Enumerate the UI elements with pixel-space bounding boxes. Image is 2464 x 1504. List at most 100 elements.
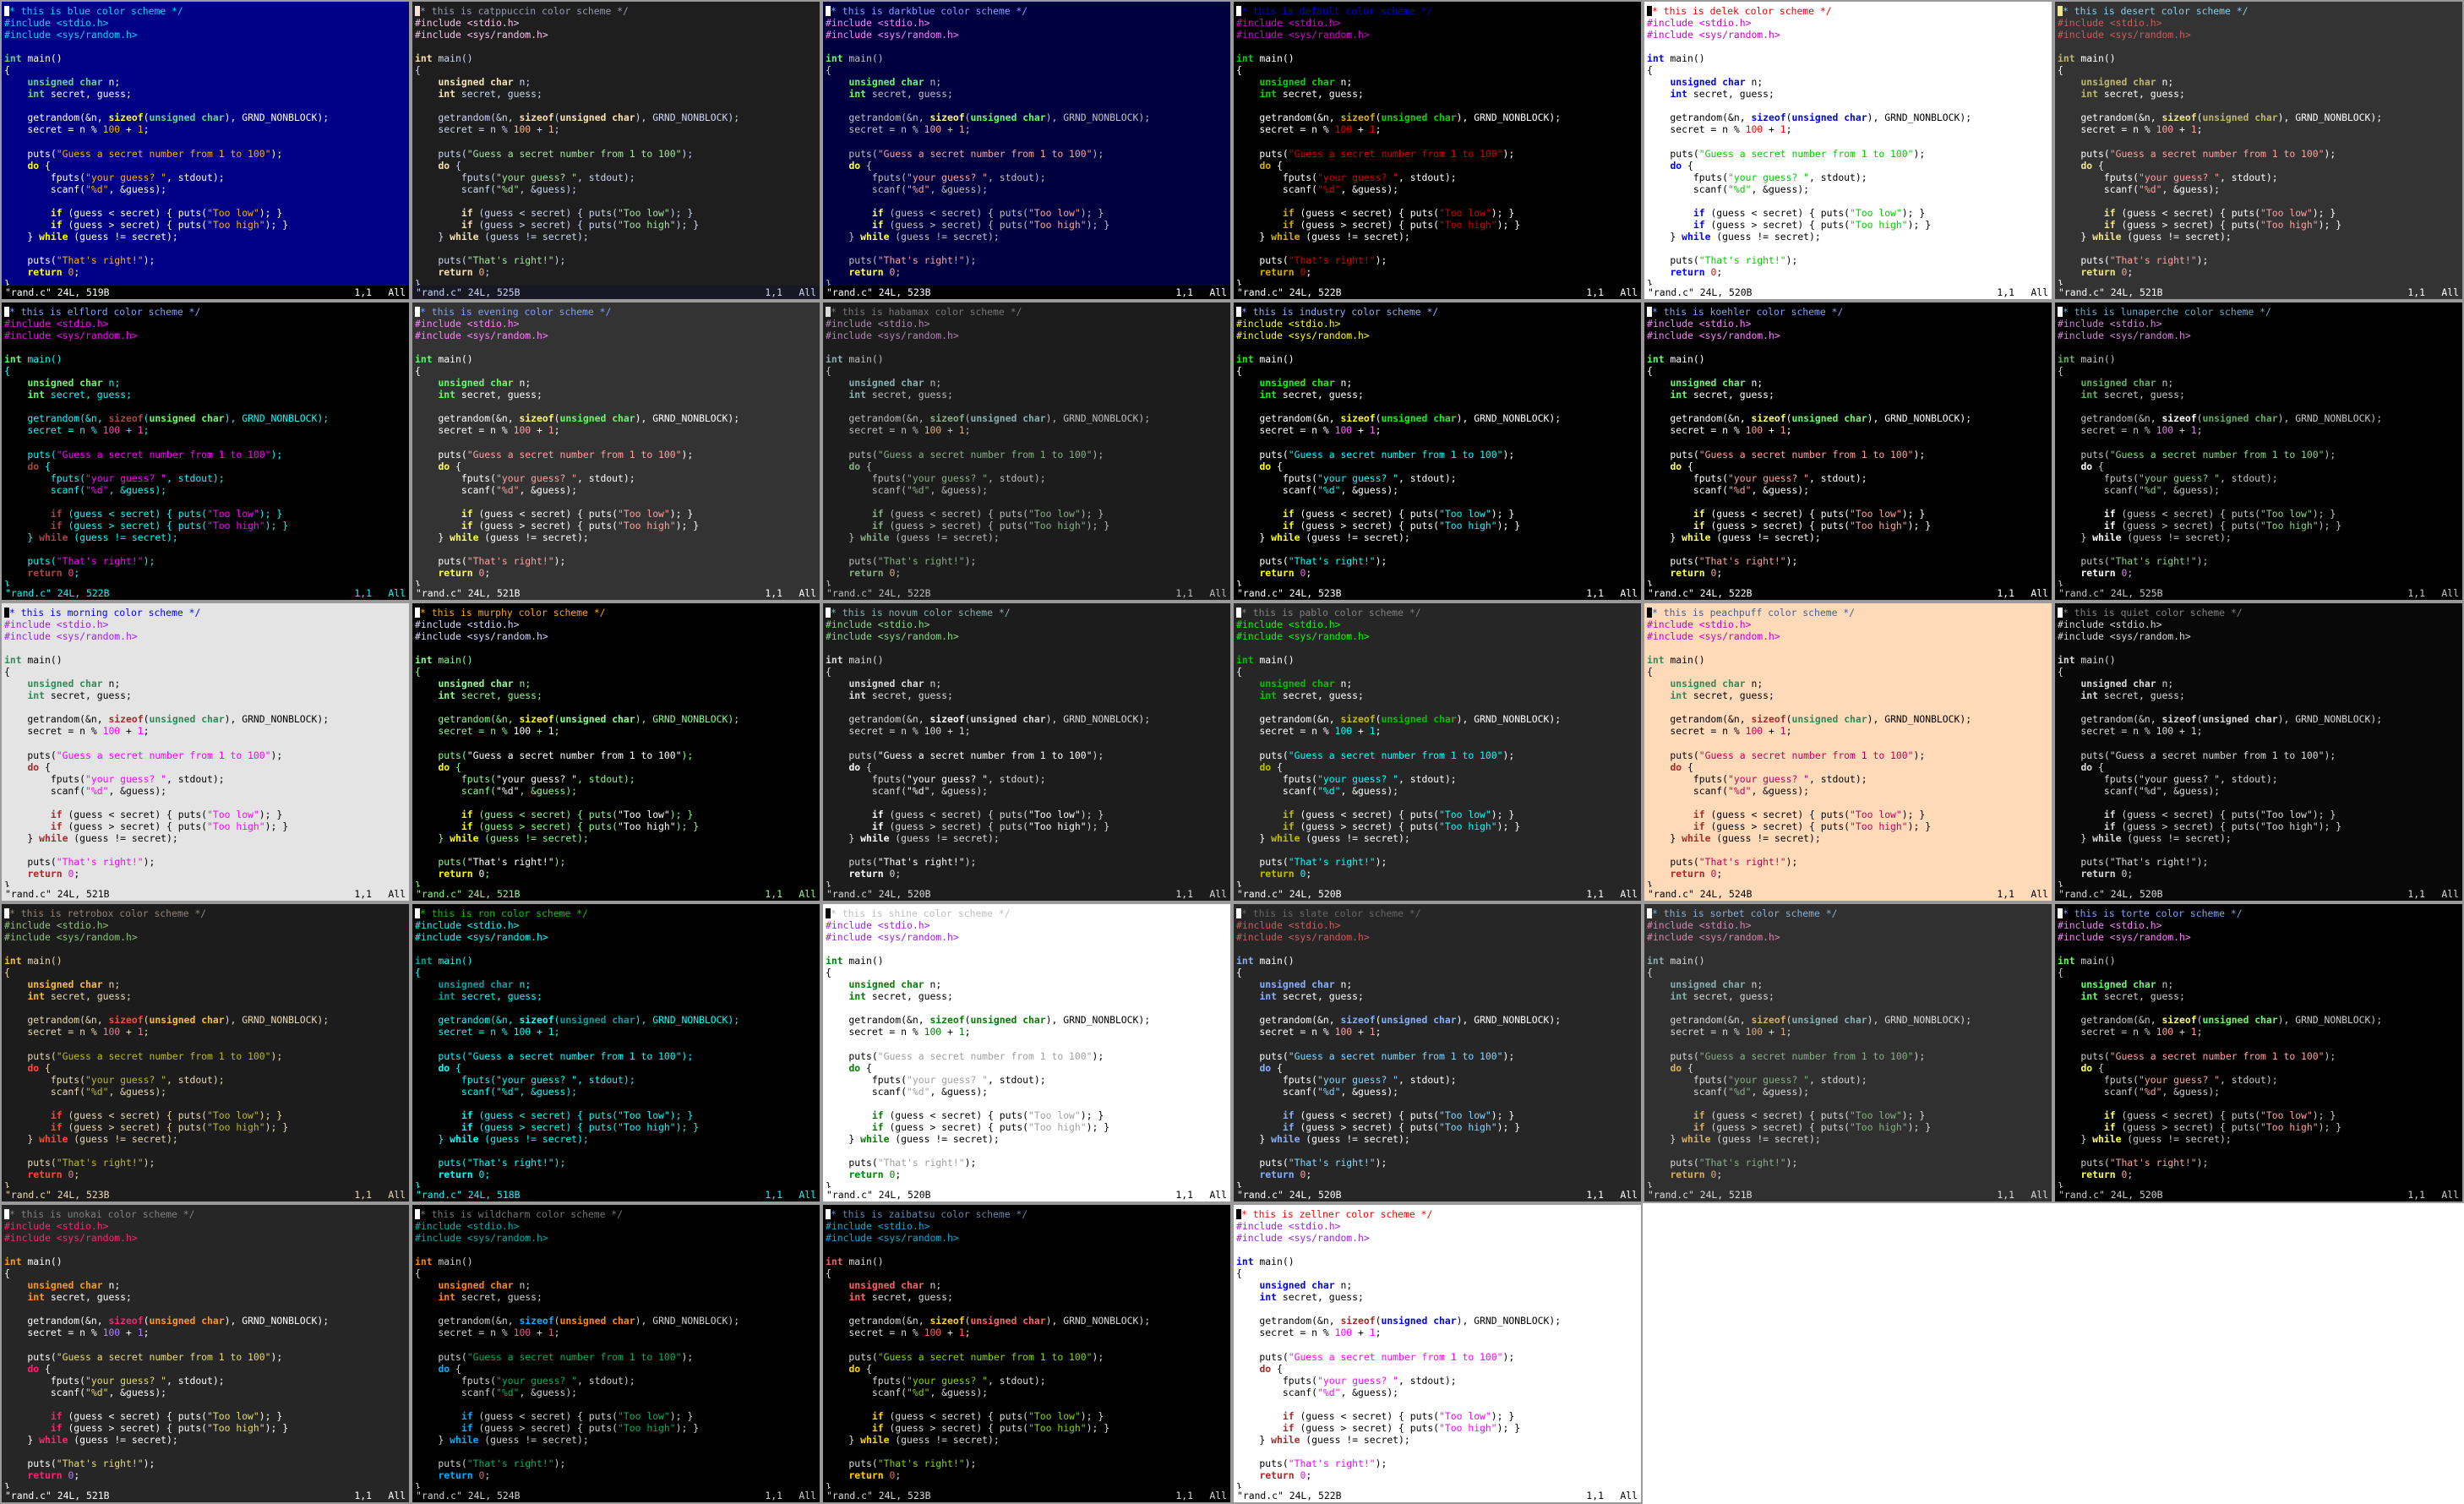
code-buffer[interactable]: * this is sorbet color scheme */#include… bbox=[1647, 907, 2049, 1192]
code-line: #include <sys/random.h> bbox=[2058, 29, 2191, 41]
vim-pane-blue[interactable]: * this is blue color scheme */#include <… bbox=[0, 0, 411, 301]
vim-pane-habamax[interactable]: * this is habamax color scheme */#includ… bbox=[821, 301, 1232, 602]
code-line: #include <sys/random.h> bbox=[1647, 931, 1780, 944]
code-line: scanf("%d", &guess); bbox=[4, 784, 167, 797]
code-buffer[interactable]: * this is zellner color scheme */#includ… bbox=[1236, 1208, 1638, 1493]
vim-pane-industry[interactable]: * this is industry color scheme */#inclu… bbox=[1232, 301, 1643, 602]
vim-pane-koehler[interactable]: * this is koehler color scheme */#includ… bbox=[1643, 301, 2053, 602]
code-buffer[interactable]: * this is peachpuff color scheme */#incl… bbox=[1647, 607, 2049, 891]
vim-pane-peachpuff[interactable]: * this is peachpuff color scheme */#incl… bbox=[1643, 602, 2053, 902]
vim-pane-murphy[interactable]: * this is murphy color scheme */#include… bbox=[411, 602, 821, 902]
vim-pane-lunaperche[interactable]: * this is lunaperche color scheme */#inc… bbox=[2053, 301, 2464, 602]
code-buffer[interactable]: * this is retrobox color scheme */#inclu… bbox=[4, 907, 406, 1192]
code-buffer[interactable]: * this is morning color scheme */#includ… bbox=[4, 607, 406, 891]
code-line: * this is darkblue color scheme */ bbox=[826, 5, 1228, 17]
code-line: puts("Guess a secret number from 1 to 10… bbox=[1236, 1049, 1515, 1062]
code-line: { bbox=[1236, 967, 1242, 979]
code-buffer[interactable]: * this is default color scheme */#includ… bbox=[1236, 5, 1638, 290]
code-line: scanf("%d", &guess); bbox=[1236, 1386, 1399, 1398]
code-buffer[interactable]: * this is lunaperche color scheme */#inc… bbox=[2058, 306, 2460, 591]
code-line: scanf("%d", &guess); bbox=[1236, 483, 1399, 496]
code-line: #include <stdio.h> bbox=[826, 318, 930, 330]
code-buffer[interactable]: * this is desert color scheme */#include… bbox=[2058, 5, 2460, 290]
vim-pane-elflord[interactable]: * this is elflord color scheme */#includ… bbox=[0, 301, 411, 602]
vim-pane-evening[interactable]: * this is evening color scheme */#includ… bbox=[411, 301, 821, 602]
code-buffer[interactable]: * this is catppuccin color scheme */#inc… bbox=[415, 5, 817, 290]
code-buffer[interactable]: * this is darkblue color scheme */#inclu… bbox=[826, 5, 1228, 290]
code-buffer[interactable]: * this is elflord color scheme */#includ… bbox=[4, 306, 406, 591]
code-line: } while (guess != secret); bbox=[826, 831, 1000, 844]
code-buffer[interactable]: * this is murphy color scheme */#include… bbox=[415, 607, 817, 891]
code-buffer[interactable]: * this is novum color scheme */#include … bbox=[826, 607, 1228, 891]
code-buffer[interactable]: * this is blue color scheme */#include <… bbox=[4, 5, 406, 290]
code-line: #include <stdio.h> bbox=[415, 919, 520, 932]
status-line: "rand.c" 24L, 522B 1,1 All bbox=[1234, 286, 1641, 299]
code-buffer[interactable]: * this is evening color scheme */#includ… bbox=[415, 306, 817, 591]
vim-pane-quiet[interactable]: * this is quiet color scheme */#include … bbox=[2053, 602, 2464, 902]
status-line: "rand.c" 24L, 520B 1,1 All bbox=[1234, 1188, 1641, 1202]
code-line: * this is default color scheme */ bbox=[1236, 5, 1638, 17]
code-line: return 0; bbox=[1259, 1169, 1312, 1181]
vim-pane-default[interactable]: * this is default color scheme */#includ… bbox=[1232, 0, 1643, 301]
code-buffer[interactable]: * this is zaibatsu color scheme */#inclu… bbox=[826, 1208, 1228, 1493]
code-line: getrandom(&n, sizeof(unsigned char), GRN… bbox=[4, 1315, 330, 1327]
code-buffer[interactable]: * this is industry color scheme */#inclu… bbox=[1236, 306, 1638, 591]
vim-pane-shine[interactable]: * this is shine color scheme */#include … bbox=[821, 902, 1232, 1203]
vim-pane-darkblue[interactable]: * this is darkblue color scheme */#inclu… bbox=[821, 0, 1232, 301]
vim-pane-desert[interactable]: * this is desert color scheme */#include… bbox=[2053, 0, 2464, 301]
vim-pane-zaibatsu[interactable]: * this is zaibatsu color scheme */#inclu… bbox=[821, 1203, 1232, 1504]
vim-pane-retrobox[interactable]: * this is retrobox color scheme */#inclu… bbox=[0, 902, 411, 1203]
vim-pane-ron[interactable]: * this is ron color scheme */#include <s… bbox=[411, 902, 821, 1203]
vim-pane-torte[interactable]: * this is torte color scheme */#include … bbox=[2053, 902, 2464, 1203]
vim-pane-wildcharm[interactable]: * this is wildcharm color scheme */#incl… bbox=[411, 1203, 821, 1504]
vim-pane-morning[interactable]: * this is morning color scheme */#includ… bbox=[0, 602, 411, 902]
code-line: #include <stdio.h> bbox=[826, 1220, 930, 1233]
vim-pane-delek[interactable]: * this is delek color scheme */#include … bbox=[1643, 0, 2053, 301]
file-info: "rand.c" 24L, 522B bbox=[1648, 587, 1753, 599]
code-line: getrandom(&n, sizeof(unsigned char), GRN… bbox=[1236, 1315, 1562, 1327]
code-line: if (guess < secret) { puts("Too low"); } bbox=[461, 507, 694, 520]
code-line: puts("Guess a secret number from 1 to 10… bbox=[826, 147, 1104, 160]
code-line: int main() bbox=[415, 353, 473, 366]
code-line: fputs("your guess? ", stdout); bbox=[4, 1374, 225, 1387]
code-line: unsigned char n; bbox=[848, 1279, 942, 1292]
code-line: * this is slate color scheme */ bbox=[1236, 907, 1638, 919]
code-buffer[interactable]: * this is slate color scheme */#include … bbox=[1236, 907, 1638, 1192]
vim-pane-zellner[interactable]: * this is zellner color scheme */#includ… bbox=[1232, 1203, 1643, 1504]
vim-pane-pablo[interactable]: * this is pablo color scheme */#include … bbox=[1232, 602, 1643, 902]
code-line: fputs("your guess? ", stdout); bbox=[2058, 171, 2278, 183]
code-buffer[interactable]: * this is unokai color scheme */#include… bbox=[4, 1208, 406, 1493]
code-line: int main() bbox=[826, 955, 884, 967]
vim-pane-sorbet[interactable]: * this is sorbet color scheme */#include… bbox=[1643, 902, 2053, 1203]
code-buffer[interactable]: * this is ron color scheme */#include <s… bbox=[415, 907, 817, 1192]
code-buffer[interactable]: * this is torte color scheme */#include … bbox=[2058, 907, 2460, 1192]
code-buffer[interactable]: * this is wildcharm color scheme */#incl… bbox=[415, 1208, 817, 1493]
code-buffer[interactable]: * this is pablo color scheme */#include … bbox=[1236, 607, 1638, 891]
code-buffer[interactable]: * this is quiet color scheme */#include … bbox=[2058, 607, 2460, 891]
code-line: puts("Guess a secret number from 1 to 10… bbox=[2058, 448, 2336, 460]
vim-pane-novum[interactable]: * this is novum color scheme */#include … bbox=[821, 602, 1232, 902]
code-buffer[interactable]: * this is shine color scheme */#include … bbox=[826, 907, 1228, 1192]
code-buffer[interactable]: * this is delek color scheme */#include … bbox=[1647, 5, 2049, 290]
code-line: { bbox=[826, 365, 831, 378]
code-line: scanf("%d", &guess); bbox=[826, 1085, 989, 1098]
vim-pane-unokai[interactable]: * this is unokai color scheme */#include… bbox=[0, 1203, 411, 1504]
file-info: "rand.c" 24L, 523B bbox=[826, 1490, 931, 1501]
code-line: fputs("your guess? ", stdout); bbox=[415, 1073, 635, 1086]
code-buffer[interactable]: * this is koehler color scheme */#includ… bbox=[1647, 306, 2049, 591]
code-line: } while (guess != secret); bbox=[415, 831, 589, 844]
code-buffer[interactable]: * this is habamax color scheme */#includ… bbox=[826, 306, 1228, 591]
vim-pane-slate[interactable]: * this is slate color scheme */#include … bbox=[1232, 902, 1643, 1203]
code-line: { bbox=[826, 967, 831, 979]
vim-pane-catppuccin[interactable]: * this is catppuccin color scheme */#inc… bbox=[411, 0, 821, 301]
code-line: if (guess > secret) { puts("Too high"); … bbox=[1693, 820, 1932, 832]
